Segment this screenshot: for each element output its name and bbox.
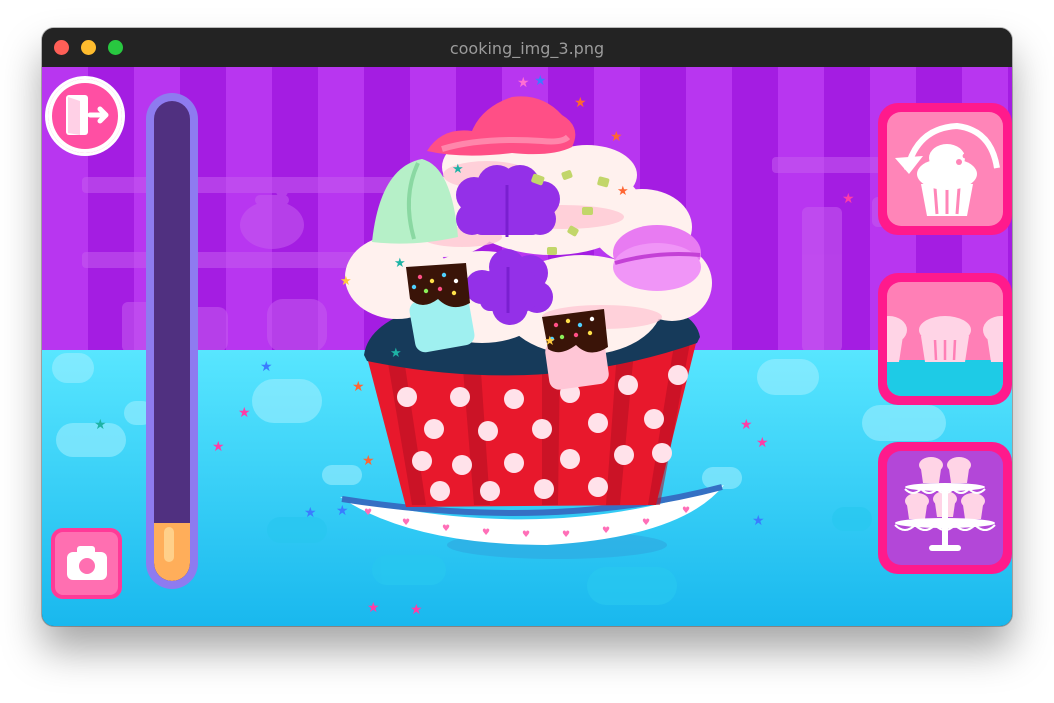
svg-text:♥: ♥ bbox=[562, 530, 570, 540]
svg-text:♥: ♥ bbox=[522, 530, 530, 540]
svg-text:★: ★ bbox=[340, 274, 352, 289]
reset-cupcake-button[interactable] bbox=[878, 103, 1012, 235]
camera-icon bbox=[67, 546, 107, 580]
cupcake-tray-button[interactable] bbox=[878, 273, 1012, 405]
svg-text:★: ★ bbox=[394, 256, 406, 271]
svg-text:★: ★ bbox=[452, 162, 464, 177]
svg-text:♥: ♥ bbox=[642, 518, 650, 528]
svg-text:★: ★ bbox=[544, 334, 556, 349]
svg-text:♥: ♥ bbox=[482, 528, 490, 538]
progress-meter bbox=[146, 93, 198, 589]
svg-text:★: ★ bbox=[390, 346, 402, 361]
reset-cupcake-icon bbox=[895, 122, 1000, 216]
svg-text:♥: ♥ bbox=[602, 526, 610, 536]
app-window: cooking_img_3.png ★ ★ ★ ★ ★ ★ ★ ★ ★ ★ ★ … bbox=[42, 28, 1012, 626]
game-scene: ★ ★ ★ ★ ★ ★ ★ ★ ★ ★ ★ ★ ★ ★ ★ ★ ★ ★ ♥ ♥ … bbox=[42, 67, 1012, 626]
progress-meter-track bbox=[154, 101, 190, 581]
svg-text:♥: ♥ bbox=[402, 518, 410, 528]
cupcake-stand-button[interactable] bbox=[878, 442, 1012, 574]
exit-door-icon bbox=[66, 95, 109, 135]
cupcake-tray-icon bbox=[887, 316, 1003, 396]
svg-text:♥: ♥ bbox=[682, 506, 690, 516]
cupcake-stand-icon bbox=[894, 457, 996, 551]
progress-meter-fill bbox=[154, 523, 190, 581]
svg-text:♥: ♥ bbox=[442, 524, 450, 534]
exit-button[interactable] bbox=[48, 79, 122, 153]
svg-text:♥: ♥ bbox=[364, 508, 372, 518]
camera-button[interactable] bbox=[51, 528, 122, 599]
svg-text:★: ★ bbox=[617, 184, 629, 199]
window-title: cooking_img_3.png bbox=[449, 39, 605, 58]
title-bar: cooking_img_3.png bbox=[42, 28, 1012, 68]
